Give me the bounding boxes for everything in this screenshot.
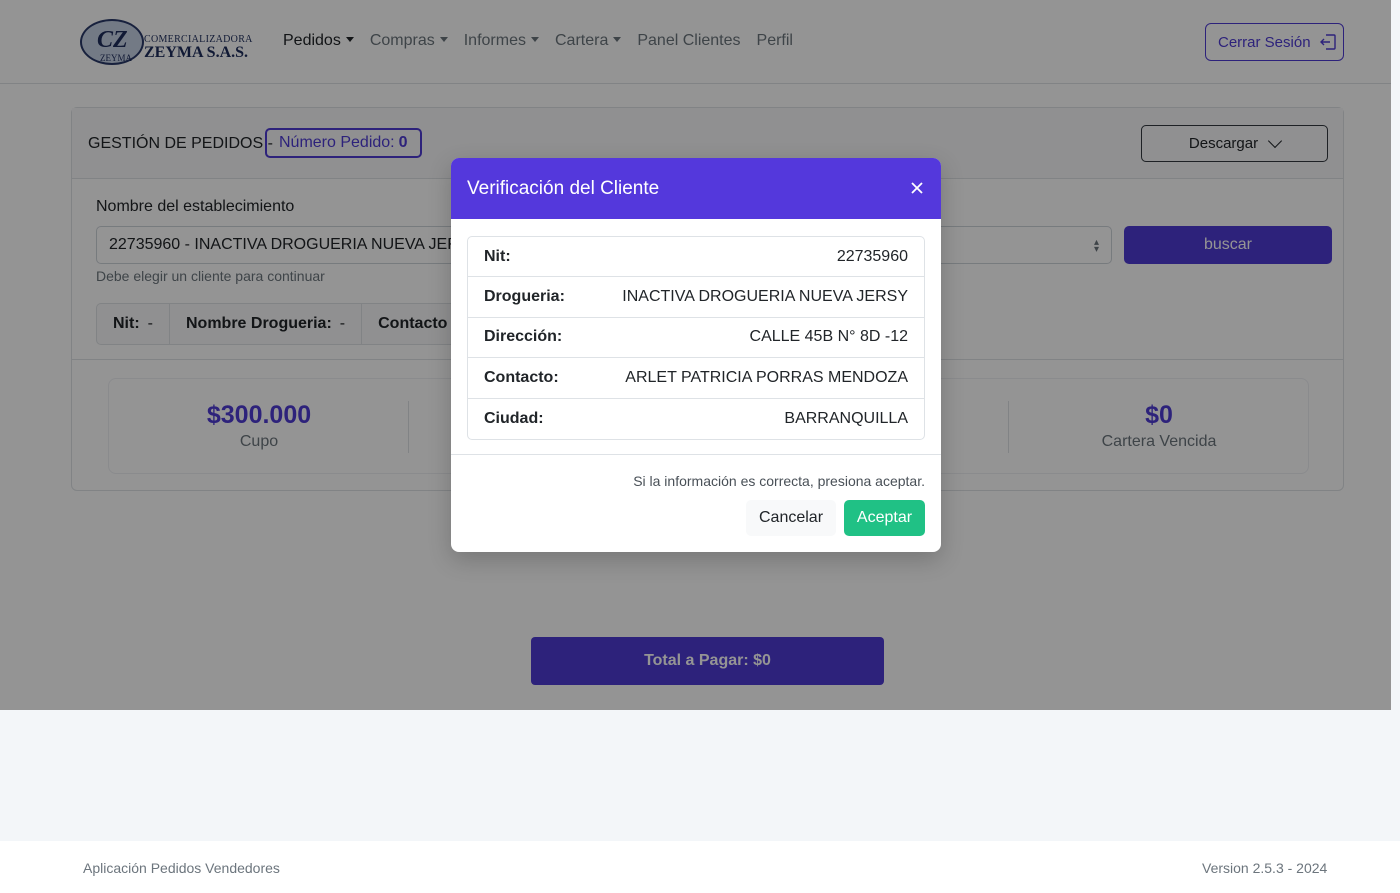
- detail-value: INACTIVA DROGUERIA NUEVA JERSY: [622, 288, 908, 306]
- client-verification-modal: Verificación del Cliente Nit: 22735960 D…: [451, 158, 941, 552]
- close-icon[interactable]: [909, 180, 925, 196]
- detail-row-direccion: Dirección: CALLE 45B N° 8D -12: [468, 318, 924, 359]
- detail-row-nit: Nit: 22735960: [468, 237, 924, 278]
- modal-footer-divider: [451, 454, 941, 455]
- footer: Aplicación Pedidos Vendedores Version 2.…: [0, 841, 1400, 893]
- detail-value: 22735960: [836, 247, 908, 265]
- modal-confirmation-note: Si la información es correcta, presiona …: [633, 473, 925, 489]
- footer-version: Version 2.5.3 - 2024: [1202, 860, 1328, 876]
- detail-row-ciudad: Ciudad: BARRANQUILLA: [468, 399, 924, 439]
- detail-value: CALLE 45B N° 8D -12: [749, 328, 908, 346]
- detail-key: Nit:: [484, 247, 511, 265]
- detail-key: Contacto:: [484, 368, 559, 386]
- client-detail-table: Nit: 22735960 Drogueria: INACTIVA DROGUE…: [467, 236, 925, 440]
- detail-value: ARLET PATRICIA PORRAS MENDOZA: [625, 368, 908, 386]
- detail-value: BARRANQUILLA: [784, 409, 908, 427]
- cancel-button[interactable]: Cancelar: [746, 500, 836, 536]
- modal-header: Verificación del Cliente: [451, 158, 941, 219]
- modal-title: Verificación del Cliente: [467, 178, 660, 199]
- detail-key: Ciudad:: [484, 409, 544, 427]
- detail-key: Drogueria:: [484, 288, 565, 306]
- footer-app-name: Aplicación Pedidos Vendedores: [83, 860, 280, 876]
- detail-row-drogueria: Drogueria: INACTIVA DROGUERIA NUEVA JERS…: [468, 277, 924, 318]
- detail-key: Dirección:: [484, 328, 563, 346]
- detail-row-contacto: Contacto: ARLET PATRICIA PORRAS MENDOZA: [468, 358, 924, 399]
- accept-button[interactable]: Aceptar: [844, 500, 925, 536]
- scrollbar-track: [1391, 0, 1400, 710]
